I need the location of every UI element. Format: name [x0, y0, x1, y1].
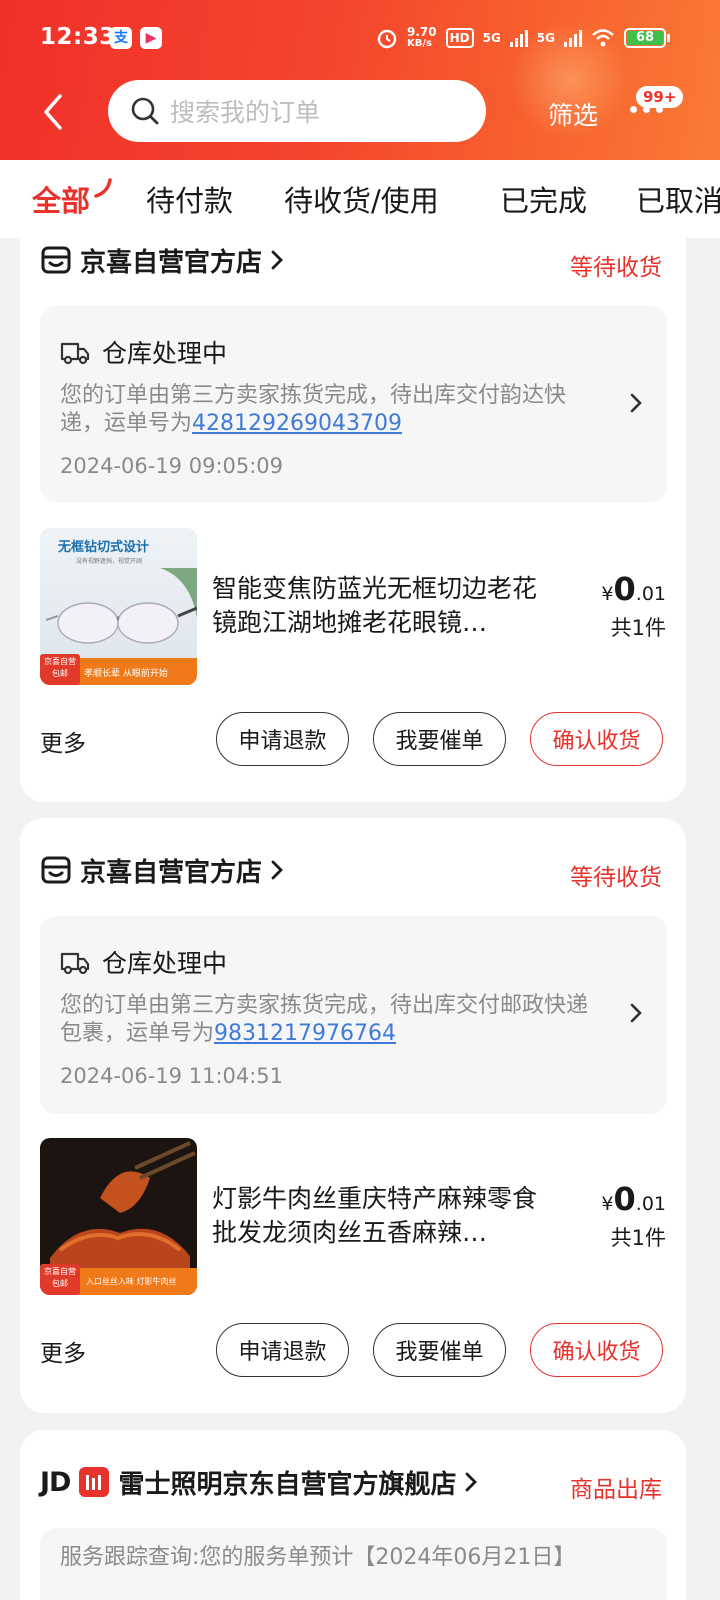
product-title[interactable]: 灯影牛肉丝重庆特产麻辣零食批发龙须肉丝五香麻辣… — [212, 1182, 552, 1250]
quantity: 共1件 — [610, 616, 666, 640]
status-bar: 12:33 支 ▶ 9.70 KB/s HD 5G 5G 68 — [0, 0, 720, 80]
logistics-title: 仓库处理中 — [102, 339, 228, 368]
image-caption-bottom: 入口丝丝入味 灯影牛肉丝 — [86, 1277, 177, 1286]
tab-pending-payment[interactable]: 待付款 — [146, 178, 233, 220]
refund-button[interactable]: 申请退款 — [216, 1323, 349, 1377]
quantity: 共1件 — [610, 1226, 666, 1250]
service-tracking-panel[interactable]: 服务跟踪查询:您的服务单预计【2024年06月21日】 — [40, 1528, 667, 1600]
chevron-right-icon — [271, 250, 283, 270]
price: ¥0.01 — [601, 1180, 666, 1218]
order-status: 等待收货 — [570, 865, 662, 891]
tab-completed[interactable]: 已完成 — [500, 178, 587, 220]
chevron-right-icon — [630, 1003, 642, 1023]
order-card[interactable]: 京喜自营官方店 等待收货 仓库处理中 您的订单由第三方卖家拣货完成，待出库交付邮… — [20, 818, 686, 1413]
store-icon — [41, 246, 71, 274]
network-label-2: 5G — [536, 31, 555, 45]
video-app-icon: ▶ — [140, 27, 162, 49]
shop-name: 雷士照明京东自营官方旗舰店 — [118, 1469, 457, 1500]
search-icon — [131, 97, 159, 125]
network-label-1: 5G — [482, 31, 501, 45]
chevron-right-icon — [271, 860, 283, 880]
logistics-description: 您的订单由第三方卖家拣货完成，待出库交付邮政快递包裹，运单号为983121797… — [60, 992, 600, 1048]
header: 12:33 支 ▶ 9.70 KB/s HD 5G 5G 68 搜索我的订单 筛… — [0, 0, 720, 160]
tracking-number-link[interactable]: 428129269043709 — [192, 411, 402, 436]
status-right: 9.70 KB/s HD 5G 5G 68 — [376, 23, 670, 53]
price-decimal: .01 — [635, 1193, 666, 1215]
message-badge: 99+ — [636, 86, 684, 108]
shop-link[interactable]: JD 雷士照明京东自营官方旗舰店 — [40, 1462, 478, 1502]
order-status: 等待收货 — [570, 255, 662, 281]
shop-name: 京喜自营官方店 — [80, 857, 263, 888]
order-status: 商品出库 — [570, 1477, 662, 1503]
logistics-title: 仓库处理中 — [102, 949, 228, 978]
nvc-brand-icon — [79, 1467, 110, 1497]
jd-logo: JD — [40, 1466, 71, 1498]
image-caption-sub: 没有视野遮挡，视觉开阔 — [76, 558, 143, 565]
back-arrow-icon — [44, 94, 62, 130]
shop-name: 京喜自营官方店 — [80, 247, 263, 278]
battery-level: 68 — [627, 31, 663, 45]
back-button[interactable] — [36, 92, 72, 132]
logistics-panel[interactable]: 仓库处理中 您的订单由第三方卖家拣货完成，待出库交付韵达快递，运单号为42812… — [40, 306, 667, 502]
network-speed: 9.70 KB/s — [407, 26, 437, 50]
currency-symbol: ¥ — [601, 583, 614, 605]
nav-bar: 搜索我的订单 筛选 99+ — [0, 78, 720, 144]
price-block: ¥0.01 共1件 — [601, 570, 666, 642]
logistics-time: 2024-06-19 11:04:51 — [60, 1064, 284, 1088]
product-image[interactable]: 京喜自营 包邮 入口丝丝入味 灯影牛肉丝 — [40, 1138, 197, 1295]
shop-link[interactable]: 京喜自营官方店 — [40, 850, 284, 890]
speed-unit: KB/s — [406, 38, 432, 49]
chevron-right-icon — [630, 393, 642, 413]
search-placeholder: 搜索我的订单 — [170, 98, 321, 127]
signal-icon-2 — [564, 29, 582, 47]
product-title[interactable]: 智能变焦防蓝光无框切边老花镜跑江湖地摊老花眼镜… — [212, 572, 552, 640]
logistics-panel[interactable]: 仓库处理中 您的订单由第三方卖家拣货完成，待出库交付邮政快递包裹，运单号为983… — [40, 916, 667, 1114]
product-image[interactable]: 无框钻切式设计 没有视野遮挡，视觉开阔 京喜自营 包邮 孝顺长辈 从眼前开始 — [40, 528, 197, 685]
price: ¥0.01 — [601, 570, 666, 608]
more-menu-button[interactable]: 99+ — [626, 86, 684, 128]
more-actions-link[interactable]: 更多 — [40, 724, 86, 758]
price-block: ¥0.01 共1件 — [601, 1180, 666, 1252]
order-card[interactable]: 京喜自营官方店 等待收货 仓库处理中 您的订单由第三方卖家拣货完成，待出库交付韵… — [20, 238, 686, 802]
order-card[interactable]: JD 雷士照明京东自营官方旗舰店 商品出库 服务跟踪查询:您的服务单预计【202… — [20, 1430, 686, 1600]
hd-indicator: HD — [445, 28, 474, 48]
signal-icon-1 — [509, 29, 528, 47]
refund-button[interactable]: 申请退款 — [216, 712, 349, 766]
search-input[interactable]: 搜索我的订单 — [108, 80, 486, 142]
confirm-receipt-button[interactable]: 确认收货 — [530, 712, 663, 766]
alarm-icon — [377, 29, 397, 49]
alipay-icon: 支 — [110, 27, 132, 49]
currency-symbol: ¥ — [601, 1193, 614, 1215]
tab-pending-receipt[interactable]: 待收货/使用 — [284, 178, 439, 220]
order-tabs: 全部 待付款 待收货/使用 已完成 已取消 — [0, 160, 720, 238]
filter-button[interactable]: 筛选 — [548, 96, 598, 132]
more-actions-link[interactable]: 更多 — [40, 1334, 86, 1368]
logistics-description: 您的订单由第三方卖家拣货完成，待出库交付韵达快递，运单号为42812926904… — [60, 382, 600, 438]
image-caption-bottom: 孝顺长辈 从眼前开始 — [84, 669, 168, 679]
image-tag: 京喜自营 包邮 — [44, 1267, 76, 1288]
store-icon — [41, 856, 71, 884]
price-decimal: .01 — [635, 583, 666, 605]
tracking-number-link[interactable]: 9831217976764 — [214, 1021, 396, 1046]
price-integer: 0 — [613, 570, 636, 608]
truck-icon — [60, 952, 90, 975]
tab-all[interactable]: 全部 — [32, 178, 90, 220]
chevron-right-icon — [466, 1472, 478, 1492]
urge-order-button[interactable]: 我要催单 — [373, 1323, 506, 1377]
urge-order-button[interactable]: 我要催单 — [373, 712, 506, 766]
service-tracking-text: 服务跟踪查询:您的服务单预计【2024年06月21日】 — [60, 1545, 576, 1570]
speed-value: 9.70 — [406, 25, 437, 39]
active-tab-indicator — [94, 178, 112, 198]
price-integer: 0 — [613, 1180, 636, 1218]
wifi-icon — [592, 29, 614, 47]
logistics-time: 2024-06-19 09:05:09 — [60, 454, 284, 478]
shop-link[interactable]: 京喜自营官方店 — [40, 240, 284, 280]
tab-cancelled[interactable]: 已取消 — [636, 178, 720, 220]
battery-icon: 68 — [624, 28, 670, 48]
image-caption-top: 无框钻切式设计 — [58, 540, 150, 555]
confirm-receipt-button[interactable]: 确认收货 — [530, 1323, 663, 1377]
image-tag: 京喜自营 包邮 — [44, 657, 76, 678]
status-time: 12:33 — [40, 24, 116, 50]
truck-icon — [60, 342, 90, 365]
